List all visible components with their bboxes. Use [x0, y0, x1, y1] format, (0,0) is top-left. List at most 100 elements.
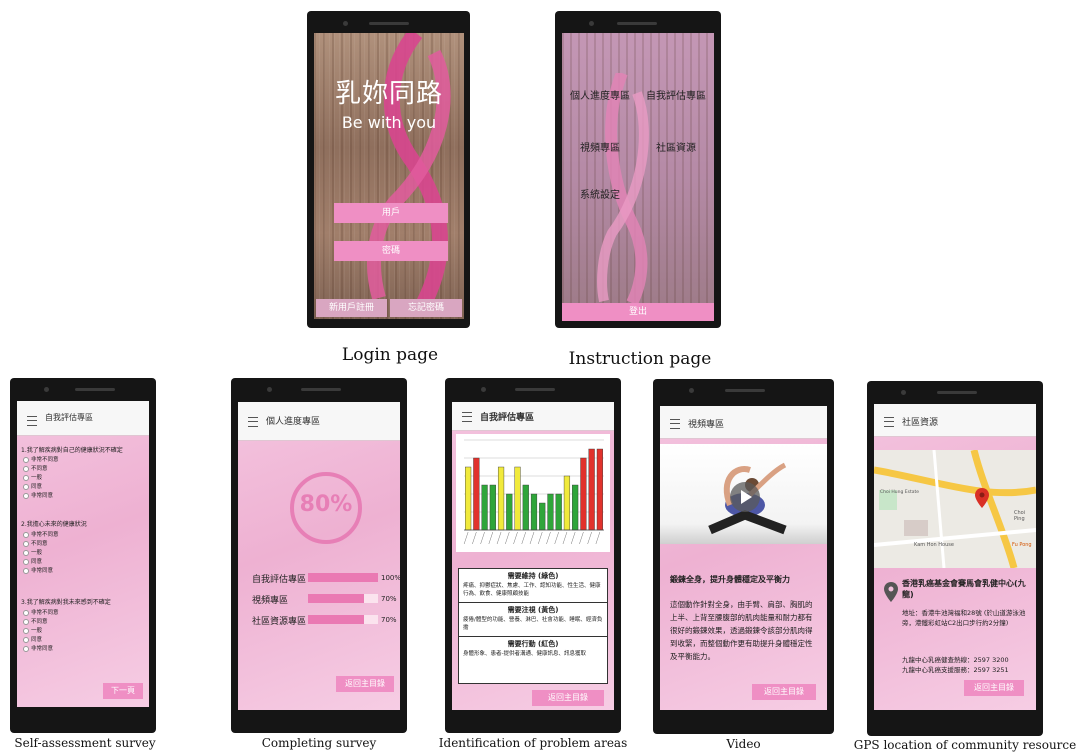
phone-gps: 社區資源 Choi Hung Estate Kam Hon House Choi… — [867, 381, 1043, 736]
chart-tick — [505, 531, 510, 545]
option-radio[interactable]: 一般 — [23, 548, 42, 556]
username-input[interactable]: 用戶 — [334, 203, 448, 223]
camera — [44, 387, 49, 392]
chart-tick — [488, 531, 494, 545]
screen-title: 自我評估專區 — [480, 413, 535, 423]
phone-line-1: 九龍中心乳癌健查熱線：2597 3200 — [902, 656, 1009, 664]
map-view[interactable]: Choi Hung Estate Kam Hon House Choi Ping… — [874, 450, 1036, 568]
menu-icon[interactable] — [27, 416, 37, 426]
option-radio[interactable]: 不同意 — [23, 539, 48, 547]
camera — [689, 388, 694, 393]
screen-title: 社區資源 — [902, 418, 939, 428]
chart-bar — [572, 484, 579, 531]
app-bar: 視頻專區 — [660, 406, 827, 439]
caption-instruction: Instruction page — [568, 349, 712, 369]
chart-tick — [472, 531, 477, 545]
legend-red-text: 身體形象、患者-提供者溝通、健康訊息、訊息獲取 — [463, 651, 586, 657]
chart-tick — [529, 531, 535, 545]
chart-bar — [481, 484, 488, 531]
video-title: 鍛鍊全身，提升身體穩定及平衡力 — [670, 575, 790, 584]
menu-icon[interactable] — [884, 417, 894, 427]
chart-tick — [537, 531, 543, 545]
chart-bar — [588, 448, 595, 531]
chart-tick — [595, 531, 601, 545]
option-radio[interactable]: 同意 — [23, 635, 42, 643]
survey-screen: 自我評估專區 1.我了解疾病對自己的健康狀況不確定 非常不同意 不同意 一般 同… — [17, 401, 149, 707]
progress-value: 70% — [381, 616, 397, 624]
question-3: 3.我了解疾病對我未來感到不確定 — [21, 599, 111, 606]
menu-self-assessment[interactable]: 自我評估專區 — [640, 87, 712, 102]
question-1: 1.我了解疾病對自己的健康狀況不確定 — [21, 447, 123, 454]
logout-button[interactable]: 登出 — [562, 303, 714, 321]
map-label: Choi Ping — [1014, 510, 1026, 522]
chart-bar — [563, 475, 571, 531]
option-radio[interactable]: 同意 — [23, 557, 42, 565]
map-pin-icon[interactable] — [975, 488, 989, 508]
register-button[interactable]: 新用戶註冊 — [316, 299, 387, 317]
option-radio[interactable]: 非常同意 — [23, 644, 53, 652]
option-radio[interactable]: 非常同意 — [23, 491, 53, 499]
option-radio[interactable]: 非常不同意 — [23, 530, 59, 538]
option-radio[interactable]: 同意 — [23, 482, 42, 490]
chart-bar — [596, 448, 603, 531]
screen-title: 視頻專區 — [688, 420, 725, 430]
play-button-icon[interactable] — [730, 482, 760, 512]
place-name: 香港乳癌基金會賽馬會乳健中心(九龍) — [902, 579, 1026, 599]
password-input[interactable]: 密碼 — [334, 241, 448, 261]
chart-bar — [465, 466, 472, 531]
speaker — [75, 388, 115, 391]
gps-screen: 社區資源 Choi Hung Estate Kam Hon House Choi… — [874, 404, 1036, 710]
phone-line-2: 九龍中心乳癌支援服務：2597 3251 — [902, 666, 1009, 674]
legend-green-title: 需要維持 (綠色) — [507, 572, 559, 580]
menu-icon[interactable] — [670, 419, 680, 429]
phone-problem: 自我評估專區 需要維持 (綠色) 疼痛、抑鬱症狀、焦慮、工作、認知功能、性生活、… — [445, 378, 621, 733]
back-to-menu-button[interactable]: 返回主目錄 — [964, 680, 1024, 696]
phone-survey: 自我評估專區 1.我了解疾病對自己的健康狀況不確定 非常不同意 不同意 一般 同… — [10, 378, 156, 733]
camera — [267, 387, 272, 392]
progress-label: 社區資源專區 — [252, 617, 307, 627]
progress-value: 100% — [381, 574, 400, 582]
menu-icon[interactable] — [462, 412, 472, 422]
camera — [343, 21, 348, 26]
app-bar: 個人進度專區 — [238, 402, 400, 441]
option-radio[interactable]: 一般 — [23, 473, 42, 481]
map-label: Choi Hung Estate — [880, 490, 920, 495]
speaker — [515, 388, 555, 391]
app-title: 乳妳同路 — [334, 79, 443, 109]
legend-yellow-text: 疲倦/體型的功能、營養、淋巴、社會功能、睡眠、經濟負擔 — [463, 617, 603, 631]
caption-problem: Identification of problem areas — [438, 736, 628, 750]
progress-value: 70% — [381, 595, 397, 603]
menu-video[interactable]: 視頻專區 — [564, 139, 636, 154]
chart-tick — [513, 531, 518, 545]
location-pin-icon — [884, 582, 898, 602]
back-to-menu-button[interactable]: 返回主目錄 — [532, 690, 604, 706]
legend-red-title: 需要行動 (紅色) — [507, 640, 559, 648]
progress-bar — [308, 615, 378, 624]
menu-personal-progress[interactable]: 個人進度專區 — [564, 87, 636, 102]
menu-icon[interactable] — [248, 417, 258, 427]
option-radio[interactable]: 非常不同意 — [23, 455, 59, 463]
chart-bar — [555, 493, 562, 531]
screen-title: 自我評估專區 — [45, 413, 93, 422]
option-radio[interactable]: 非常同意 — [23, 566, 53, 574]
back-to-menu-button[interactable]: 返回主目錄 — [752, 684, 816, 700]
option-radio[interactable]: 不同意 — [23, 617, 48, 625]
option-radio[interactable]: 非常不同意 — [23, 608, 59, 616]
back-to-menu-button[interactable]: 返回主目錄 — [336, 676, 394, 692]
chart-tick — [546, 531, 551, 545]
option-radio[interactable]: 一般 — [23, 626, 42, 634]
menu-settings[interactable]: 系統設定 — [564, 186, 636, 201]
speaker — [725, 389, 765, 392]
chart-bar — [497, 466, 505, 531]
speaker — [937, 391, 977, 394]
option-radio[interactable]: 不同意 — [23, 464, 48, 472]
progress-bar-fill — [308, 594, 364, 603]
video-player[interactable] — [660, 444, 827, 544]
caption-login: Login page — [341, 345, 439, 365]
menu-community[interactable]: 社區資源 — [640, 139, 712, 154]
chart-tick — [562, 531, 568, 545]
forgot-password-button[interactable]: 忘記密碼 — [390, 299, 462, 317]
chart-bar — [539, 502, 546, 531]
next-page-button[interactable]: 下一頁 — [103, 683, 143, 699]
chart-bar — [580, 457, 587, 531]
